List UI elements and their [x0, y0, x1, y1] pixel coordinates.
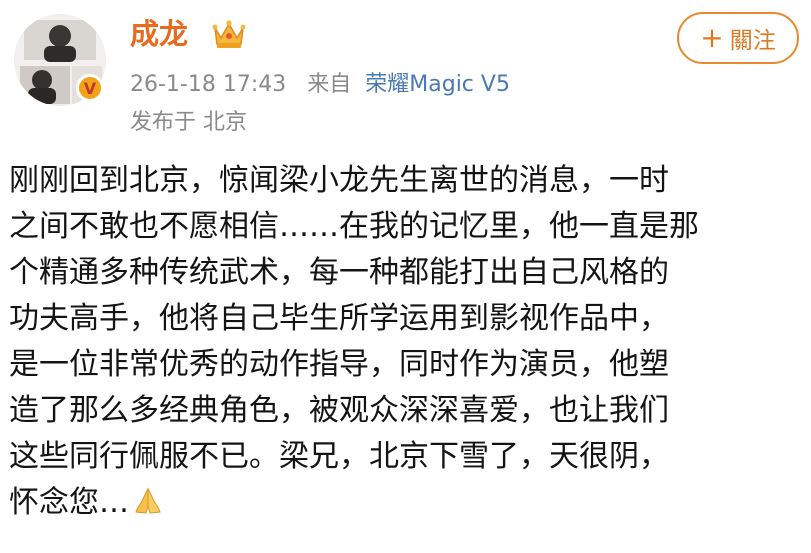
post-location: 发布于 北京 [130, 110, 247, 135]
follow-label: 關注 [729, 28, 776, 54]
post-line: 是一位非常优秀的动作指导，同时作为演员，他塑 [9, 347, 669, 382]
user-name[interactable]: 成龙 [130, 14, 188, 54]
source-label: 来自 [307, 72, 352, 97]
post-line: 造了那么多经典角色，被观众深深喜爱，也让我们 [9, 393, 669, 428]
post-line: 怀念您… [9, 485, 129, 520]
verified-badge-icon: V [76, 74, 104, 102]
post-line: 刚刚回到北京，惊闻梁小龙先生离世的消息，一时 [9, 163, 669, 198]
post-text: 刚刚回到北京，惊闻梁小龙先生离世的消息，一时 之间不敢也不愿相信……在我的记忆里… [9, 158, 807, 526]
device-link[interactable]: 荣耀Magic V5 [365, 72, 510, 97]
post-time: 26-1-18 17:43 [130, 72, 287, 97]
plus-icon: + [700, 21, 724, 54]
post-line: 功夫高手，他将自己毕生所学运用到影视作品中， [9, 301, 669, 336]
follow-button[interactable]: + 關注 [677, 12, 799, 64]
post-line: 个精通多种传统武术，每一种都能打出自己风格的 [9, 255, 669, 290]
post-line: 之间不敢也不愿相信……在我的记忆里，他一直是那 [9, 209, 699, 244]
post-line-last: 怀念您… [9, 480, 807, 526]
post-meta: 26-1-18 17:43 来自 荣耀Magic V5 [130, 70, 510, 100]
crown-icon [212, 20, 246, 48]
post-line: 这些同行佩服不已。梁兄，北京下雪了，天很阴， [9, 439, 669, 474]
praying-hands-icon [135, 487, 161, 514]
